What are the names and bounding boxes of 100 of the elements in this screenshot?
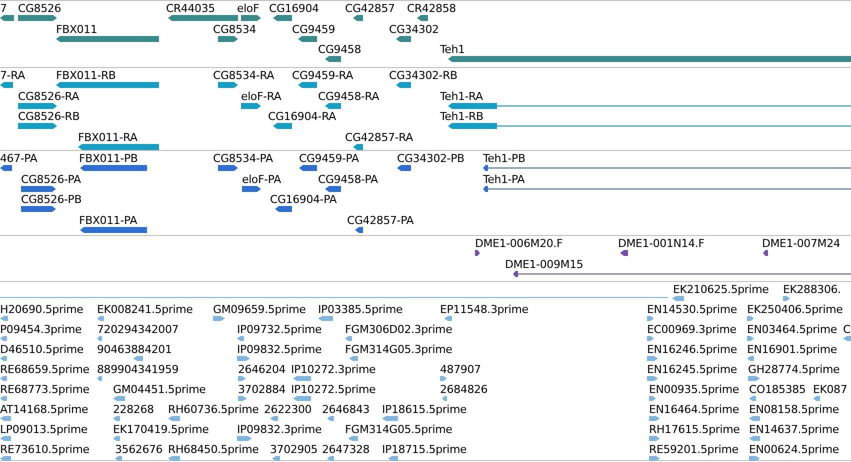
- feature-label: IP09832.3prime: [237, 423, 322, 436]
- feature-label: 2646843: [322, 403, 370, 416]
- feature-label: CG8534: [213, 22, 256, 36]
- feature-label: CG9458-PA: [318, 172, 378, 186]
- feature-label: CG9458: [318, 43, 361, 56]
- feature-label: RE73610.5prime: [0, 443, 90, 456]
- feature-label: EK288306.: [783, 283, 841, 296]
- feature-label: CG42857: [345, 2, 395, 15]
- feature-label: 2646204: [238, 363, 286, 376]
- feature-label: EP11548.3prime: [440, 303, 528, 316]
- feature-label: FBX011-RA: [78, 130, 138, 144]
- feature-label: 3562676: [115, 443, 163, 456]
- feature-label: 90463884201: [97, 343, 172, 356]
- feature-label: CG16904-RA: [268, 110, 336, 123]
- feature-label: eloF-PA: [242, 172, 281, 186]
- feature-label: CG9459: [292, 22, 335, 36]
- feature-label: EN08158.5prime: [749, 403, 839, 416]
- feature-label: DME1-006M20.F: [475, 237, 563, 250]
- feature-label: CG34302: [389, 22, 439, 36]
- feature-label: Teh1-RB: [440, 110, 484, 123]
- feature-label: eloF: [237, 2, 260, 15]
- feature-label: 7-RA: [0, 69, 25, 82]
- feature-label: 2647328: [322, 443, 370, 456]
- feature-label: EK250406.5prime: [747, 303, 843, 316]
- feature-label: EN00935.5prime: [649, 383, 739, 396]
- feature-label: RE68659.5prime: [0, 363, 90, 376]
- feature-label: EK008241.5prime: [97, 303, 193, 316]
- feature-label: RE68773.5prime: [0, 383, 90, 396]
- feature-label: CG42857-RA: [345, 130, 413, 144]
- feature-label: FBX011-PB: [79, 152, 138, 165]
- feature-label: CG42857-PA: [347, 214, 414, 226]
- feature-label: AT14168.5prime: [0, 403, 88, 416]
- feature-label: CG8526-PA: [21, 172, 81, 186]
- feature-label: EN03464.5prime: [747, 323, 837, 336]
- feature-label: FGM314G05.3prime: [345, 343, 452, 356]
- feature-label: EK170419.5prime: [113, 423, 209, 436]
- feature-label: RH60736.5prime: [168, 403, 259, 416]
- feature-label: CG9458-RA: [318, 90, 380, 102]
- feature-label: Teh1-PA: [483, 172, 525, 186]
- feature-label: 3702905: [270, 443, 318, 456]
- feature-label: 2684826: [440, 383, 488, 396]
- feature-label: Teh1-PB: [483, 152, 526, 165]
- feature-label: CG9459-RA: [292, 69, 354, 82]
- feature-label: IP10272.3prime: [291, 363, 376, 376]
- feature-label: GM04451.5prime: [113, 383, 206, 396]
- feature-label: RH68450.5prime: [168, 443, 259, 456]
- feature-label: CG8534-PA: [213, 152, 273, 165]
- feature-label: CG8526-PB: [21, 193, 82, 206]
- feature-label: CG8526-RA: [18, 90, 80, 102]
- feature-label: CO185385: [749, 383, 806, 396]
- feature-label: 720294342007: [97, 323, 179, 336]
- feature-label: 7: [0, 2, 7, 15]
- feature-label: LP09013.5prime: [0, 423, 88, 436]
- feature-label: IP03385.5prime: [318, 303, 403, 316]
- feature-label: EN16246.5prime: [647, 343, 737, 356]
- feature-label: 889904341959: [97, 363, 179, 376]
- feature-label: EN14530.5prime: [647, 303, 737, 316]
- feature-label: GM09659.5prime: [213, 303, 306, 316]
- feature-label: DME1-007M24: [762, 237, 840, 250]
- feature-label: FGM306D02.3prime: [345, 323, 452, 336]
- feature-label: DME1-009M15: [505, 258, 584, 270]
- feature-label: CR42858: [407, 2, 456, 15]
- feature-label: DME1-001N14.F: [618, 237, 704, 250]
- feature-label: 2622300: [264, 403, 312, 416]
- feature-label: EC00969.3prime: [647, 323, 736, 336]
- feature-label: Teh1-RA: [440, 90, 483, 102]
- feature-label: H20690.5prime: [0, 303, 84, 316]
- feature-label: 487907: [440, 363, 481, 376]
- feature-label: EN16901.5prime: [747, 343, 837, 356]
- feature-label: FGM314G05.5prime: [345, 423, 452, 436]
- feature-label: IP18615.5prime: [382, 403, 467, 416]
- feature-label: FBX011-RB: [56, 69, 116, 82]
- feature-label: EK210625.5prime: [673, 283, 769, 296]
- feature-label: IP09732.5prime: [237, 323, 322, 336]
- feature-label: CG8526-RB: [18, 110, 80, 123]
- feature-label: IP18715.5prime: [382, 443, 467, 456]
- feature-label: CG16904: [269, 2, 319, 15]
- feature-label: 3702884: [238, 383, 286, 396]
- feature-label: 467-PA: [0, 152, 38, 165]
- feature-label: D46510.5prime: [0, 343, 84, 356]
- feature-label: GH28774.5prime: [748, 363, 840, 376]
- feature-label: CR44035: [166, 2, 215, 15]
- feature-label: Teh1: [440, 43, 465, 56]
- feature-label: CG9459-PA: [299, 152, 359, 165]
- feature-label: CG8526: [18, 2, 61, 15]
- feature-label: FBX011: [56, 22, 98, 36]
- feature-label: IP10272.5prime: [291, 383, 376, 396]
- feature-label: CG8534-RA: [213, 69, 274, 82]
- feature-label: CG16904-PA: [270, 193, 337, 206]
- feature-label: EN14637.5prime: [749, 423, 839, 436]
- feature-label: eloF-RA: [241, 90, 282, 102]
- feature-label: EN16245.5prime: [647, 363, 737, 376]
- feature-label: IP09832.5prime: [237, 343, 322, 356]
- feature-label: EN00624.5prime: [749, 443, 839, 456]
- feature-label: C: [843, 323, 850, 336]
- feature-label: FBX011-PA: [79, 214, 138, 226]
- feature-label: RE59201.5prime: [649, 443, 738, 456]
- feature-label: RH17615.5prime: [649, 423, 740, 436]
- feature-label: P09454.3prime: [0, 323, 82, 336]
- feature-label: EK087: [813, 383, 848, 396]
